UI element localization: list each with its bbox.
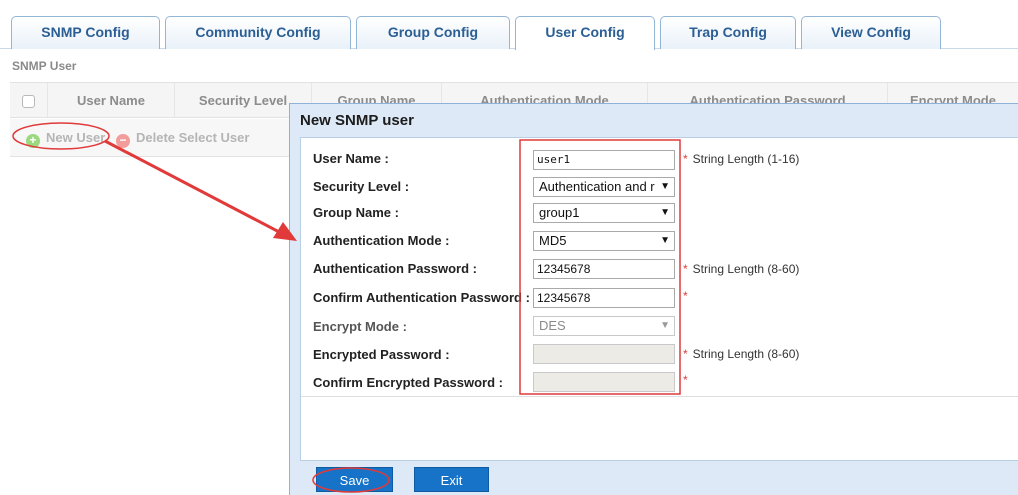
page: SNMP Config Community Config Group Confi…: [0, 0, 1018, 495]
authentication-password-hint: * String Length (8-60): [683, 262, 799, 276]
confirm-encrypted-password-required: *: [683, 373, 693, 387]
column-user-name[interactable]: User Name: [48, 83, 175, 118]
section-title: SNMP User: [12, 59, 77, 73]
encrypt-mode-select[interactable]: DES ▼: [533, 316, 675, 336]
encrypted-password-hint-text: String Length (8-60): [692, 347, 800, 361]
new-user-label: New User: [46, 130, 106, 145]
tab-group-config[interactable]: Group Config: [356, 16, 510, 49]
group-name-label: Group Name :: [313, 205, 399, 220]
dropdown-arrow-icon: ▼: [660, 181, 670, 192]
user-form: User Name : user1 * String Length (1-16) …: [301, 138, 1018, 397]
dropdown-arrow-icon: ▼: [660, 235, 670, 246]
dropdown-arrow-icon: ▼: [660, 207, 670, 218]
dialog-footer: Save Exit: [290, 462, 1018, 495]
select-all-cell: [10, 83, 48, 118]
confirm-encrypted-password-label: Confirm Encrypted Password :: [313, 375, 503, 390]
encrypt-mode-label: Encrypt Mode :: [313, 319, 407, 334]
tab-view-config[interactable]: View Config: [801, 16, 941, 49]
new-user-button[interactable]: + New User: [26, 128, 105, 148]
user-name-label: User Name :: [313, 151, 389, 166]
encrypt-mode-value: DES: [539, 318, 566, 333]
required-mark: *: [683, 289, 688, 303]
user-name-hint: * String Length (1-16): [683, 152, 799, 166]
user-name-hint-text: String Length (1-16): [692, 152, 800, 166]
tab-snmp-config[interactable]: SNMP Config: [11, 16, 160, 49]
authentication-password-label: Authentication Password :: [313, 261, 477, 276]
confirm-authentication-password-label: Confirm Authentication Password :: [313, 290, 530, 305]
required-mark: *: [683, 373, 688, 387]
authentication-mode-select[interactable]: MD5 ▼: [533, 231, 675, 251]
select-all-checkbox[interactable]: [22, 95, 35, 108]
confirm-authentication-password-input[interactable]: 12345678: [533, 288, 675, 308]
delete-user-label: Delete Select User: [136, 130, 250, 145]
dialog-title: New SNMP user: [300, 112, 414, 129]
security-level-select[interactable]: Authentication and r ▼: [533, 177, 675, 197]
confirm-encrypted-password-input[interactable]: [533, 372, 675, 392]
authentication-mode-label: Authentication Mode :: [313, 233, 450, 248]
security-level-value: Authentication and r: [539, 179, 655, 194]
tab-bar: SNMP Config Community Config Group Confi…: [0, 0, 1018, 50]
save-button[interactable]: Save: [316, 467, 393, 492]
dropdown-arrow-icon: ▼: [660, 320, 670, 331]
required-mark: *: [683, 262, 688, 276]
dialog-body: User Name : user1 * String Length (1-16) …: [300, 137, 1018, 461]
encrypted-password-hint: * String Length (8-60): [683, 347, 799, 361]
encrypted-password-input[interactable]: [533, 344, 675, 364]
plus-circle-icon: +: [26, 134, 40, 148]
authentication-mode-value: MD5: [539, 233, 567, 248]
tab-community-config[interactable]: Community Config: [165, 16, 351, 49]
user-name-input[interactable]: user1: [533, 150, 675, 170]
authentication-password-hint-text: String Length (8-60): [692, 262, 800, 276]
delete-select-user-button[interactable]: − Delete Select User: [116, 128, 249, 148]
group-name-value: group1: [539, 205, 580, 220]
tab-trap-config[interactable]: Trap Config: [660, 16, 796, 49]
authentication-password-input[interactable]: 12345678: [533, 259, 675, 279]
group-name-select[interactable]: group1 ▼: [533, 203, 675, 223]
minus-circle-icon: −: [116, 134, 130, 148]
new-snmp-user-dialog: New SNMP user User Name : user1 * String …: [289, 103, 1018, 495]
security-level-label: Security Level :: [313, 179, 410, 194]
exit-button[interactable]: Exit: [414, 467, 489, 492]
required-mark: *: [683, 152, 688, 166]
confirm-authentication-password-required: *: [683, 289, 693, 303]
tab-user-config[interactable]: User Config: [515, 16, 655, 50]
encrypted-password-label: Encrypted Password :: [313, 347, 450, 362]
required-mark: *: [683, 347, 688, 361]
